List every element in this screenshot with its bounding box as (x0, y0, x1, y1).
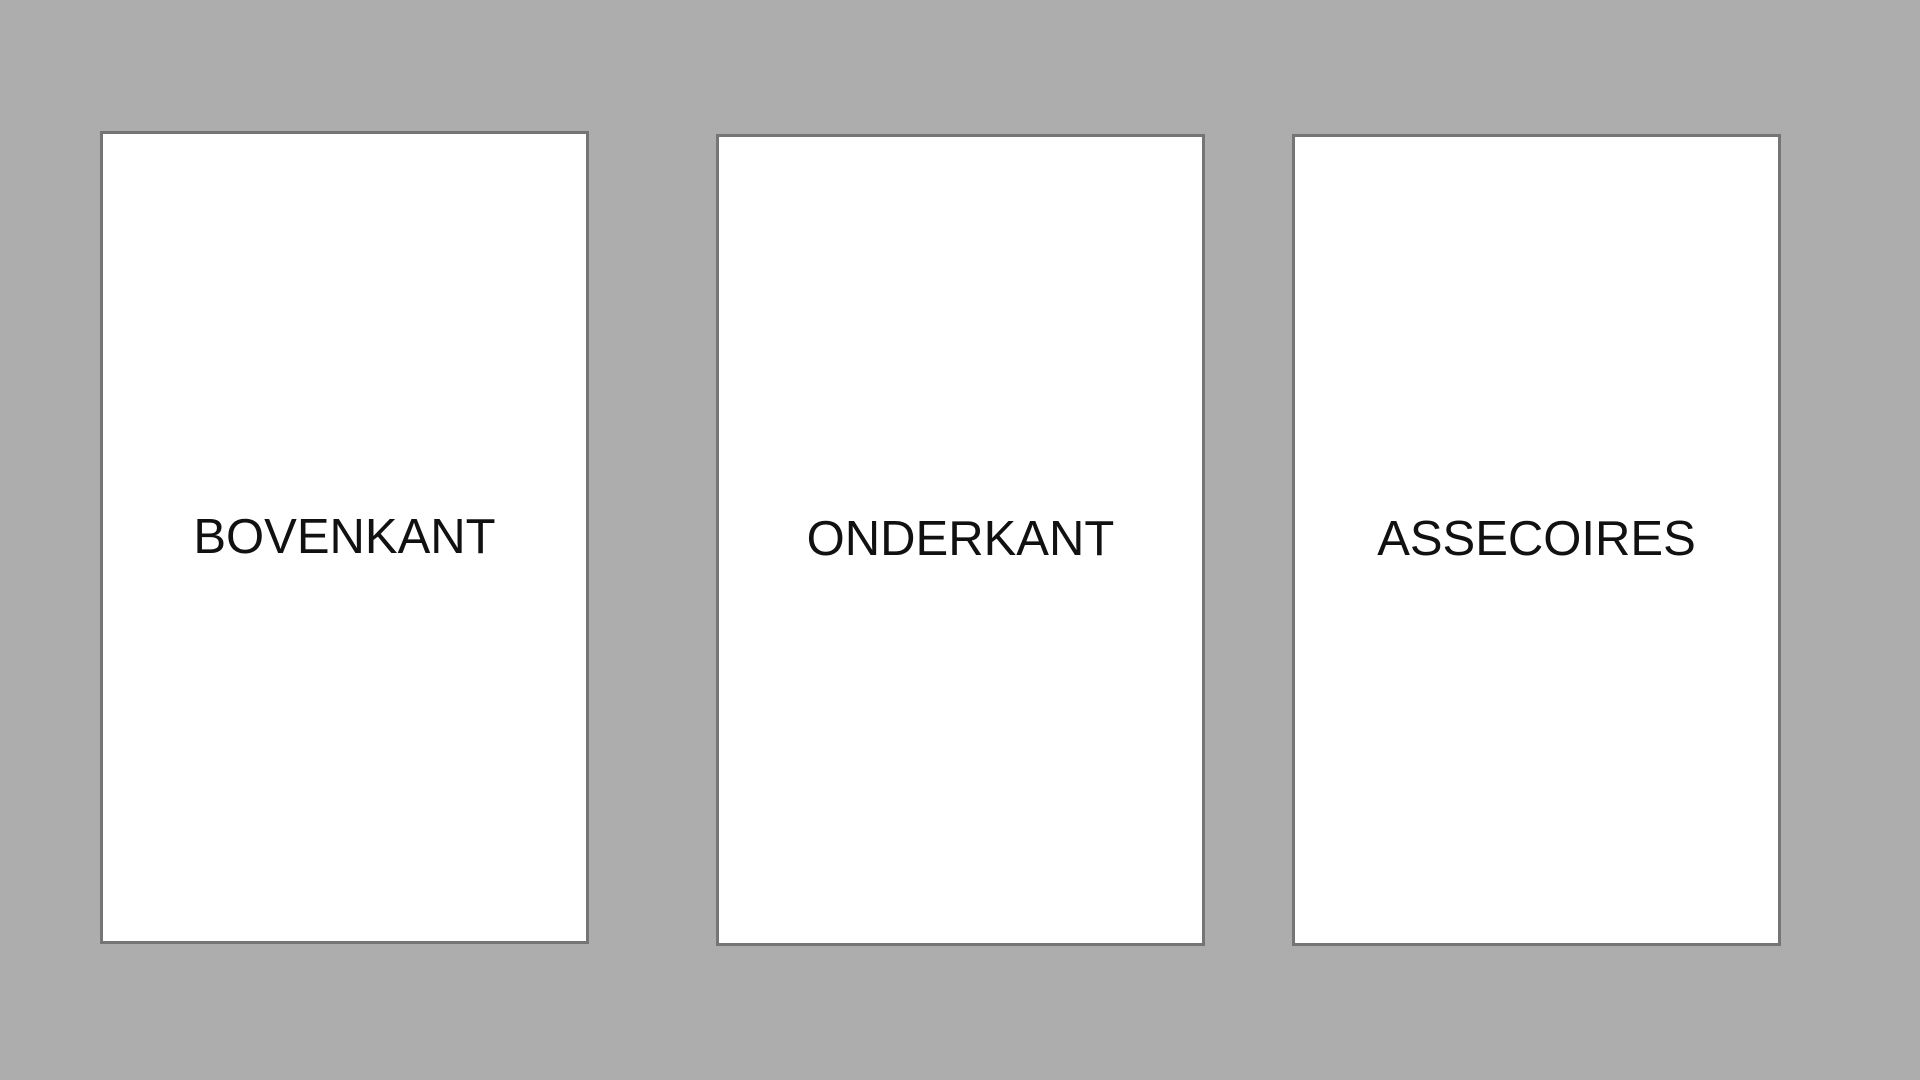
category-card-assecoires[interactable]: ASSECOIRES (1292, 134, 1781, 946)
category-card-onderkant[interactable]: ONDERKANT (716, 134, 1205, 946)
category-label-bovenkant: BOVENKANT (193, 509, 496, 564)
category-card-bovenkant[interactable]: BOVENKANT (100, 131, 589, 944)
category-label-onderkant: ONDERKANT (806, 512, 1115, 566)
category-label-assecoires: ASSECOIRES (1377, 512, 1696, 566)
